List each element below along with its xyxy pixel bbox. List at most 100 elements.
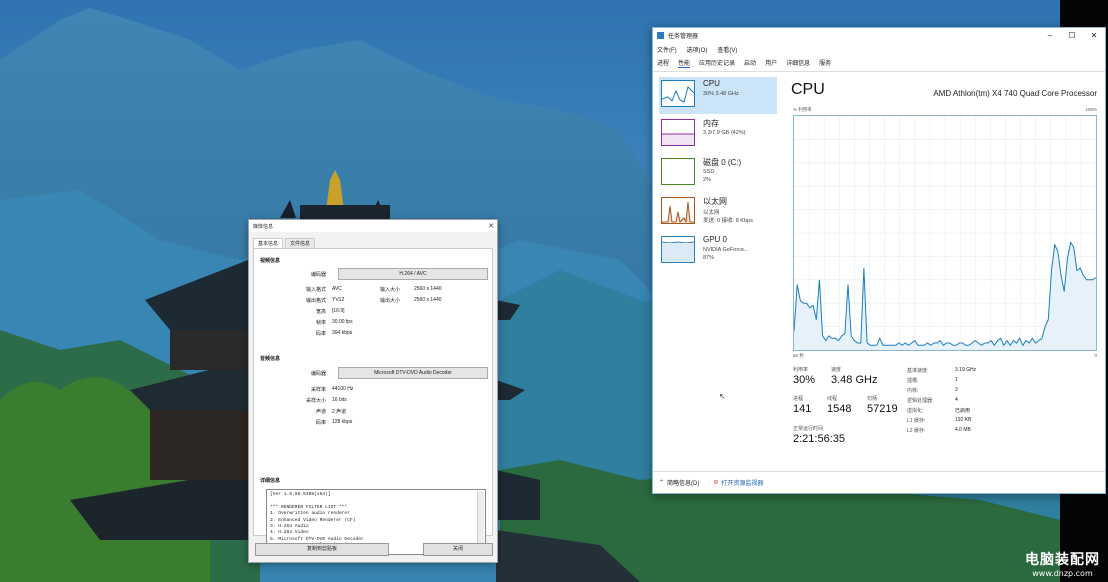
tm-menubar: 文件(F) 选项(O) 查看(V) [653,43,1105,56]
fewer-details-label: 简略信息(D) [667,481,700,487]
sidebar-item-ethernet[interactable]: 以太网 以太网 发送: 0 接收: 8 Kbps [659,194,777,231]
cpu-info-value: 192 KB [955,417,972,423]
audio-bitrate-label: 码率 [315,420,326,426]
thread-value: 1548 [827,403,852,415]
video-row: 帧率 30.00 fps [264,319,353,326]
audio-row: 码率 128 kbps [264,419,352,426]
close-button[interactable]: 关闭 [423,543,493,556]
menu-file[interactable]: 文件(F) [657,45,677,54]
uptime-label: 正常运行时间 [793,426,824,432]
copy-to-clipboard-button[interactable]: 复制到剪贴板 [255,543,389,556]
dialog-tabs: 基本信息 文件信息 [253,238,493,249]
sidebar-gpu-name: GPU 0 [703,235,728,244]
watermark: 电脑装配网 www.dnzp.com [1025,549,1100,578]
mouse-cursor-icon: ↖ [719,392,726,401]
cpu-info-key: L2 缓存: [907,428,926,434]
video-row: 宽高 [16:9] [264,308,345,315]
maximize-icon[interactable]: ☐ [1061,31,1083,40]
open-resource-monitor-link[interactable]: ⊘ 打开资源监视器 [713,478,763,487]
tab-startup[interactable]: 启动 [744,58,756,68]
menu-view[interactable]: 查看(V) [717,45,737,54]
video-section-title: 视频信息 [260,258,281,264]
sidebar-gpu-usage: 87% [703,255,715,261]
sidebar-item-gpu[interactable]: GPU 0 NVIDIA GeForce... 87% [659,233,777,270]
sidebar-item-cpu[interactable]: CPU 30% 3.48 GHz [659,77,777,114]
sample-size-label: 采样大小 [305,398,326,404]
tab-services[interactable]: 服务 [819,58,831,68]
tm-footer: ⌃ 简略信息(D) ⊘ 打开资源监视器 [653,471,1105,493]
output-size-value: 2560 x 1440 [414,297,442,303]
input-size-label: 输入大小 [380,287,401,293]
sidebar-ethernet-rate: 发送: 0 接收: 8 Kbps [703,218,753,224]
sidebar-disk-type: SSD [703,169,715,175]
dialog-body: 视频信息 编码器 H.264 / AVC 输入格式 AVC 输入大小 2560 … [253,249,493,555]
audio-codec-field: Microsoft DTV-DVD Audio Decoder [338,367,488,379]
media-info-dialog: 媒体信息 ✕ 基本信息 文件信息 视频信息 编码器 H.264 / AVC 输入… [248,219,498,563]
aspect-label: 宽高 [315,309,326,315]
graph-span: 60 秒 [793,353,804,358]
disk-thumbnail [661,158,695,185]
task-manager-icon [657,32,664,39]
uptime-value: 2:21:56:35 [793,433,845,445]
tab-app-history[interactable]: 应用历史记录 [699,58,735,68]
close-icon[interactable]: ✕ [1083,31,1105,40]
proc-label: 进程 [793,396,804,402]
detail-section-title: 详细信息 [260,478,281,484]
audio-row: 声道 2 声道 [264,408,346,415]
input-size-value: 2560 x 1440 [414,286,442,292]
util-value: 30% [793,374,816,386]
watermark-title: 电脑装配网 [1025,552,1100,568]
panel-title: CPU [791,81,825,98]
proc-value: 141 [793,403,812,415]
tab-processes[interactable]: 进程 [657,58,669,68]
menu-options[interactable]: 选项(O) [687,45,708,54]
tm-title: 任务管理器 [668,34,699,40]
aspect-value: [16:9] [332,308,345,314]
sidebar-ethernet-sub: 以太网 [703,210,720,216]
close-icon[interactable]: ✕ [485,222,497,230]
tab-users[interactable]: 用户 [765,58,777,68]
task-manager-window: 任务管理器 – ☐ ✕ 文件(F) 选项(O) 查看(V) 进程 性能 应用历史… [652,27,1106,494]
sidebar-item-memory[interactable]: 内存 3.3/7.9 GB (42%) [659,116,777,153]
graph-min: 0 [1094,353,1097,358]
cpu-info-key: 内核: [907,388,919,394]
tab-details[interactable]: 详细信息 [786,58,810,68]
input-format-label: 输入格式 [305,287,326,293]
video-bitrate-label: 码率 [315,331,326,337]
sidebar-item-disk[interactable]: 磁盘 0 (C:) SSD 2% [659,155,777,192]
dialog-title: 媒体信息 [253,223,274,230]
tab-performance[interactable]: 性能 [678,58,691,68]
minimize-icon[interactable]: – [1039,31,1061,40]
cpu-info-key: 基准速度: [907,368,929,374]
dialog-titlebar: 媒体信息 ✕ [249,220,497,232]
sidebar-disk-usage: 2% [703,177,711,183]
cpu-model: AMD Athlon(tm) X4 740 Quad Core Processo… [933,89,1097,98]
tm-titlebar: 任务管理器 – ☐ ✕ [653,28,1105,43]
watermark-url: www.dnzp.com [1032,569,1093,578]
video-bitrate-value: 394 kbps [332,330,353,336]
cpu-usage-graph [793,115,1097,351]
framerate-label: 帧率 [315,320,326,326]
sidebar-gpu-model: NVIDIA GeForce... [703,247,749,253]
video-row: 输出格式 YV12 输出大小 2560 x 1440 [264,297,442,304]
cpu-info-key: 虚拟化: [907,408,924,414]
video-codec-row: 编码器 [264,271,332,278]
output-format-label: 输出格式 [305,298,326,304]
ethernet-thumbnail [661,197,695,224]
sidebar-disk-name: 磁盘 0 (C:) [703,158,742,167]
cpu-info-value: 3.19 GHz [955,367,977,373]
resource-monitor-icon: ⊘ [713,480,719,486]
tab-file-info[interactable]: 文件信息 [285,238,316,248]
sidebar-cpu-name: CPU [703,79,720,88]
sidebar-memory-name: 内存 [703,119,719,128]
channels-value: 2 声道 [332,409,347,415]
cpu-info-value: 4 [955,397,958,403]
graph-label: % 利用率 [793,107,812,112]
sample-size-value: 16 bits [332,397,347,403]
fewer-details-button[interactable]: ⌃ 简略信息(D) [659,478,699,487]
cpu-info-value: 4.0 MB [955,427,971,433]
sidebar-ethernet-name: 以太网 [703,197,727,206]
tab-basic-info[interactable]: 基本信息 [253,238,284,248]
tm-tabs: 进程 性能 应用历史记录 启动 用户 详细信息 服务 [653,56,1105,72]
cpu-thumbnail [661,80,695,107]
